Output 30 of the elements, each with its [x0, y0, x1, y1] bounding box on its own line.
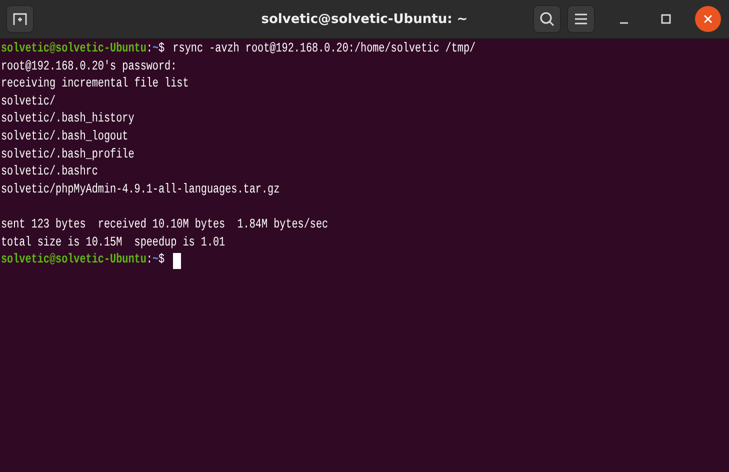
output-text: solvetic/phpMyAdmin-4.9.1-all-languages.tar.gz [1, 182, 280, 200]
prompt-path: ~ [152, 252, 158, 270]
output-text: solvetic/.bash_profile [1, 146, 134, 164]
search-icon [539, 11, 555, 27]
command-text: rsync -avzh root@192.168.0.20:/home/solvetic /tmp/ [172, 41, 476, 59]
prompt-path: ~ [152, 41, 158, 59]
output-text: solvetic/.bash_history [1, 111, 134, 129]
output-text: sent 123 bytes received 10.10M bytes 1.84M bytes/sec [1, 217, 328, 234]
new-tab-button[interactable] [6, 5, 34, 33]
search-button[interactable] [533, 5, 561, 33]
prompt-symbol: $ [158, 252, 165, 270]
output-text: receiving incremental file list [1, 76, 189, 94]
minimize-icon [620, 22, 628, 24]
output-text: total size is 10.15M speedup is 1.01 [1, 234, 226, 252]
output-text: solvetic/ [1, 94, 56, 112]
output-text: solvetic/.bash_logout [1, 129, 128, 147]
new-tab-icon [12, 11, 28, 27]
prompt-separator: : [146, 252, 152, 270]
close-icon [703, 14, 713, 24]
output-text: solvetic/.bashrc [1, 164, 98, 182]
prompt-user: solvetic@solvetic-Ubuntu [1, 41, 146, 59]
prompt-separator: : [146, 41, 152, 59]
prompt-symbol: $ [158, 41, 165, 59]
menu-icon [574, 13, 588, 25]
close-button[interactable] [695, 6, 721, 32]
prompt-user: solvetic@solvetic-Ubuntu [1, 252, 146, 270]
output-text: root@192.168.0.20's password: [1, 58, 177, 76]
window-title: solvetic@solvetic-Ubuntu: ~ [261, 12, 468, 26]
maximize-icon [661, 14, 671, 24]
menu-button[interactable] [567, 5, 595, 33]
